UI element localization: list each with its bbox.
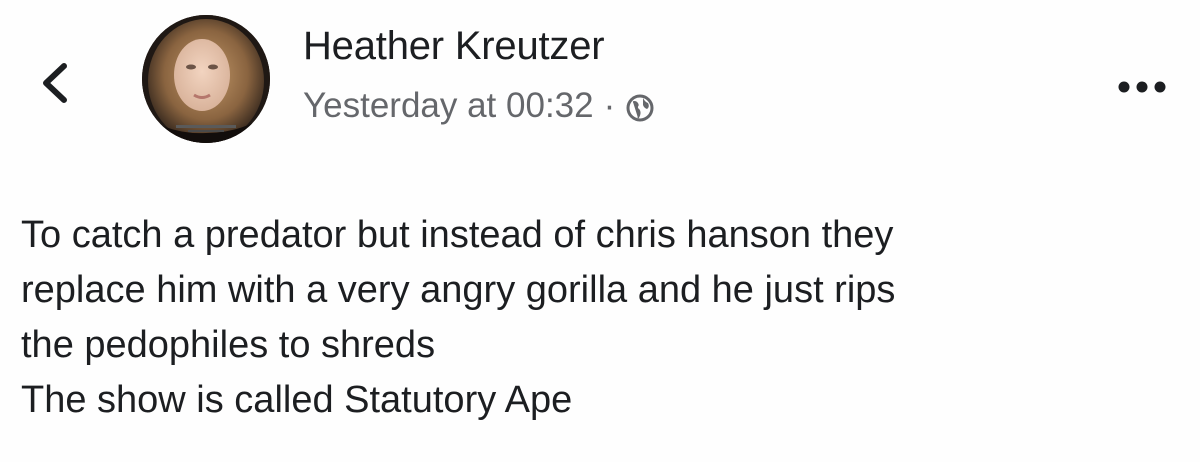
avatar[interactable] — [142, 15, 270, 143]
post-text-line: The show is called Statutory Ape — [21, 379, 573, 421]
post-body: To catch a predator but instead of chris… — [21, 208, 1181, 428]
chevron-left-icon — [43, 63, 67, 103]
post-text-line: replace him with a very angry gorilla an… — [21, 269, 896, 311]
ellipsis-icon — [1118, 81, 1166, 93]
post-timestamp[interactable]: Yesterday at 00:32 — [303, 86, 594, 126]
profile-photo — [142, 15, 270, 143]
back-button[interactable] — [34, 58, 76, 108]
post-text-line: To catch a predator but instead of chris… — [21, 214, 894, 256]
post-meta: Yesterday at 00:32 · — [303, 86, 655, 126]
post-text-line: the pedophiles to shreds — [21, 324, 436, 366]
meta-separator: · — [603, 86, 616, 125]
author-name[interactable]: Heather Kreutzer — [303, 24, 605, 69]
globe-icon[interactable] — [625, 92, 655, 122]
facebook-post: Heather Kreutzer Yesterday at 00:32 · To… — [0, 0, 1200, 462]
more-options-button[interactable] — [1114, 76, 1170, 98]
